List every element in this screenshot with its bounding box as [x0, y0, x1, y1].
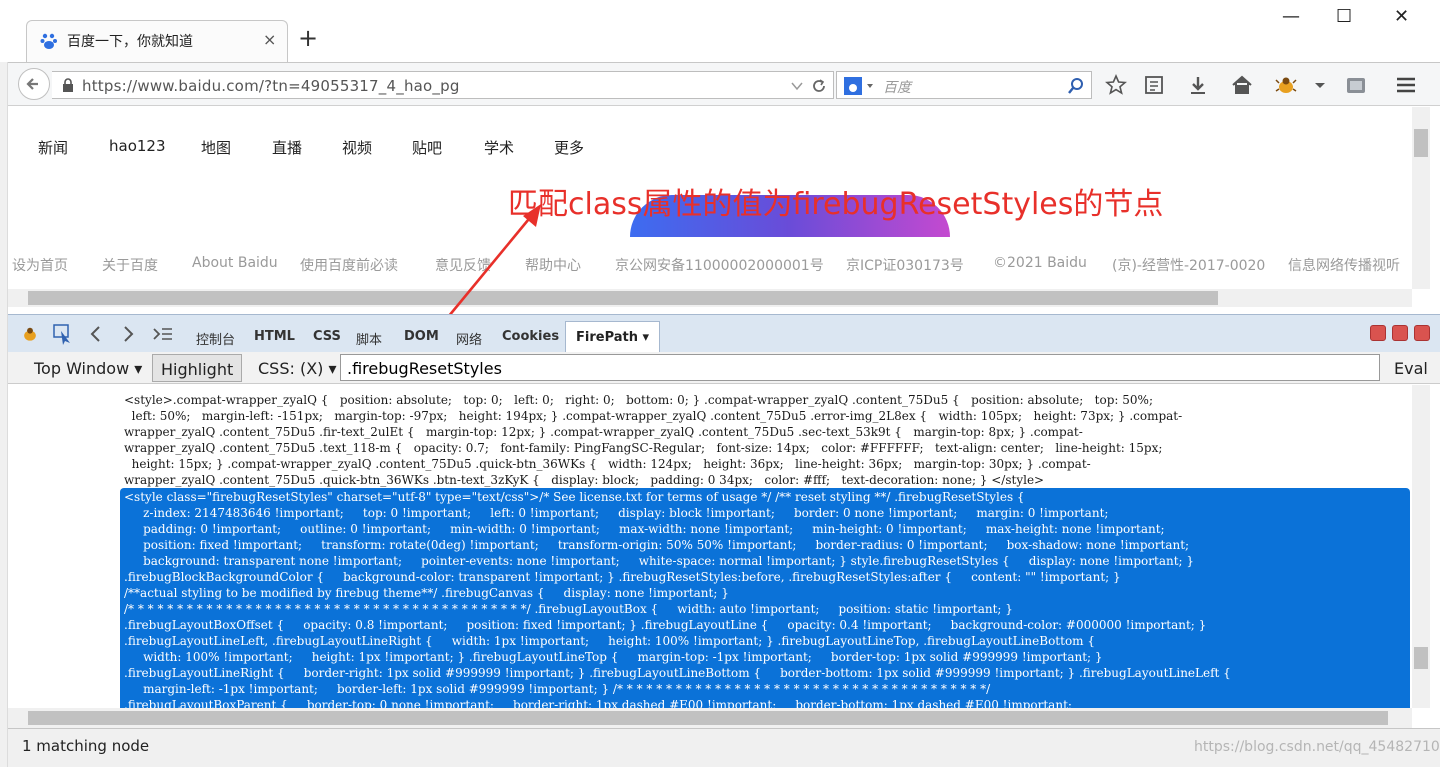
back-chevron-icon[interactable]	[88, 325, 104, 343]
matched-source-line[interactable]: .firebugLayoutLineRight { border-right: …	[124, 665, 1231, 681]
source-line: wrapper_zyalQ .content_75Du5 .fir-text_2…	[124, 425, 1083, 439]
source-line: left: 50%; margin-left: -151px; margin-t…	[124, 409, 1183, 423]
inspect-pointer-icon[interactable]	[52, 323, 74, 345]
highlight-toggle[interactable]: Highlight	[152, 354, 243, 382]
css-mode-dropdown[interactable]: CSS: (X) ▾	[250, 354, 345, 382]
firepath-toolbar: Top Window ▾ Highlight CSS: (X) ▾ .fireb…	[8, 352, 1440, 384]
source-line: height: 15px; } .compat-wrapper_zyalQ .c…	[124, 457, 1091, 471]
firebug-bug-icon[interactable]	[20, 324, 40, 344]
tab-console[interactable]: 控制台	[196, 329, 235, 348]
firebug-detach-icon[interactable]	[1392, 325, 1408, 341]
source-horizontal-scrollbar[interactable]	[8, 708, 1412, 728]
screen: 百度一下，你就知道 × + — ☐ ✕ https://www.baidu.co…	[0, 0, 1440, 767]
tab-firepath[interactable]: FirePath ▾	[565, 321, 661, 353]
matched-source-line[interactable]: z-index: 2147483646 !important; top: 0 !…	[124, 505, 1108, 521]
matched-source-line[interactable]: background: transparent none !important;…	[124, 553, 1194, 569]
matched-source-line[interactable]: .firebugLayoutBoxOffset { opacity: 0.8 !…	[124, 617, 1206, 633]
firebug-close-icon[interactable]	[1414, 325, 1430, 341]
matched-source-line[interactable]: position: fixed !important; transform: r…	[124, 537, 1189, 553]
matched-source-line[interactable]: /**actual styling to be modified by fire…	[124, 585, 729, 601]
matched-source-line[interactable]: /* * * * * * * * * * * * * * * * * * * *…	[124, 601, 1013, 617]
tab-dom[interactable]: DOM	[404, 329, 439, 344]
eval-button[interactable]: Eval	[1386, 354, 1436, 382]
top-window-dropdown[interactable]: Top Window ▾	[26, 354, 150, 382]
forward-chevron-icon[interactable]	[120, 325, 136, 343]
tab-firepath-label: FirePath	[576, 330, 638, 345]
source-line: wrapper_zyalQ .content_75Du5 .quick-btn_…	[124, 473, 1045, 487]
matched-source-line[interactable]: width: 100% !important; height: 1px !imp…	[124, 649, 1102, 665]
firebug-tab-bar: 控制台 HTML CSS 脚本 DOM 网络 Cookies FirePath …	[8, 314, 1440, 353]
tab-script[interactable]: 脚本	[356, 329, 382, 348]
matched-source-line[interactable]: <style class="firebugResetStyles" charse…	[124, 489, 1025, 505]
source-view: <style>.compat-wrapper_zyalQ { position:…	[8, 385, 1412, 708]
command-line-icon[interactable]	[152, 325, 174, 343]
matched-source-line[interactable]: .firebugLayoutBoxParent { border-top: 0 …	[124, 697, 1072, 708]
selector-input[interactable]: .firebugResetStyles	[340, 354, 1380, 381]
tab-css[interactable]: CSS	[313, 329, 341, 344]
source-line: <style>.compat-wrapper_zyalQ { position:…	[124, 393, 1153, 407]
tab-html[interactable]: HTML	[254, 329, 295, 344]
tab-cookies[interactable]: Cookies	[502, 329, 559, 344]
matched-source-line[interactable]: padding: 0 !important; outline: 0 !impor…	[124, 521, 1165, 537]
source-line: wrapper_zyalQ .content_75Du5 .text_118-m…	[124, 441, 1163, 455]
firebug-minimize-icon[interactable]	[1370, 325, 1386, 341]
watermark: https://blog.csdn.net/qq_45482710	[1194, 739, 1440, 755]
match-count: 1 matching node	[22, 737, 150, 755]
matched-source-line[interactable]: .firebugLayoutLineLeft, .firebugLayoutLi…	[124, 633, 1095, 649]
source-vertical-scrollbar[interactable]	[1412, 385, 1430, 708]
status-bar: 1 matching node https://blog.csdn.net/qq…	[8, 728, 1440, 767]
matched-source-line[interactable]: margin-left: -1px !important; border-lef…	[124, 681, 990, 697]
matched-source-line[interactable]: .firebugBlockBackgroundColor { backgroun…	[124, 569, 1121, 585]
tab-network[interactable]: 网络	[456, 329, 482, 348]
